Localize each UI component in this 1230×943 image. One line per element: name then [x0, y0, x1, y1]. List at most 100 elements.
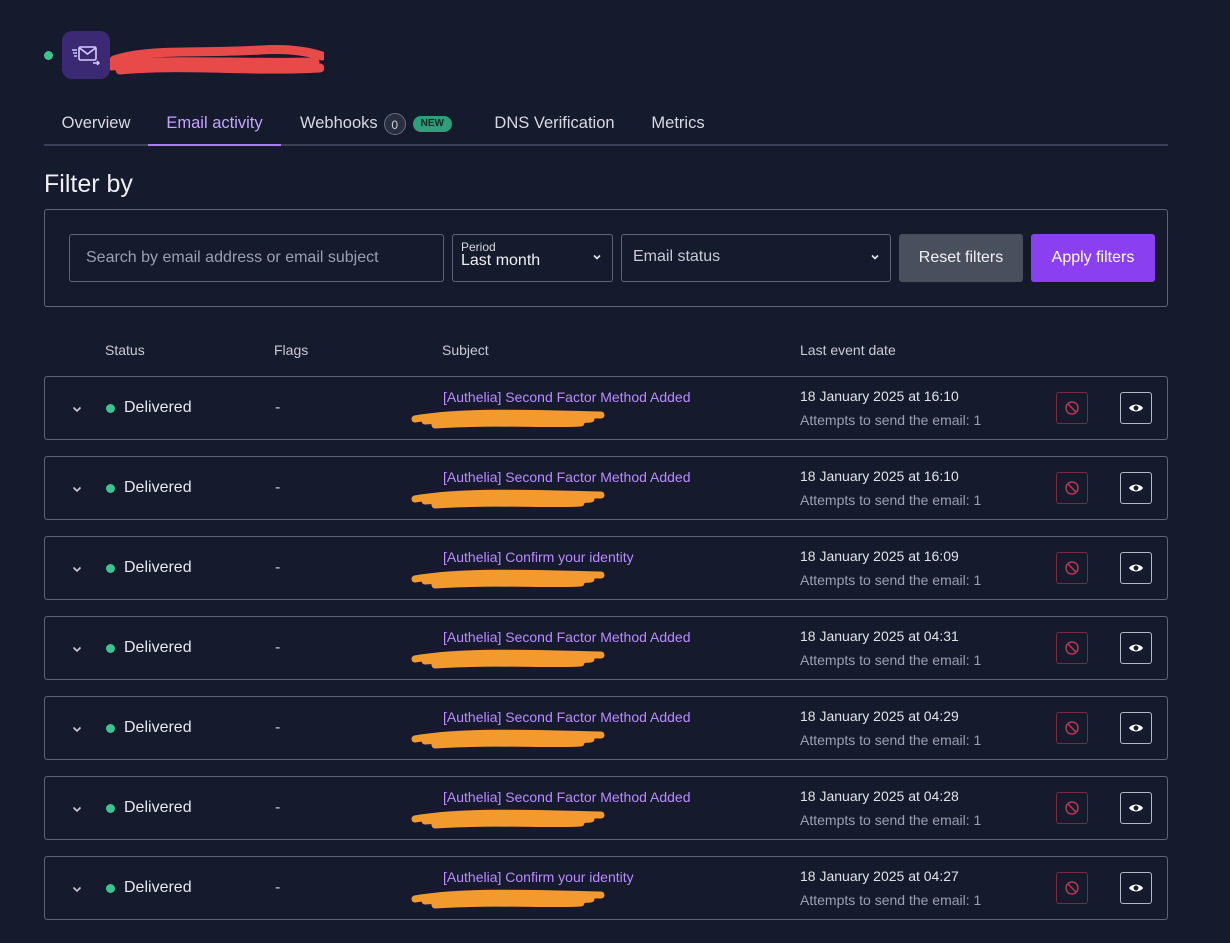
- table-row: Delivered - [Authelia] Confirm your iden…: [44, 856, 1168, 920]
- filter-title: Filter by: [44, 170, 133, 198]
- eye-icon: [1129, 564, 1143, 572]
- block-icon: [1065, 881, 1079, 895]
- send-attempts: Attempts to send the email: 1: [800, 492, 982, 508]
- tab-label: Metrics: [651, 114, 705, 132]
- tab-overview[interactable]: Overview: [44, 104, 148, 144]
- view-email-button[interactable]: [1120, 552, 1152, 584]
- chevron-down-icon[interactable]: [71, 403, 83, 415]
- status-text: Delivered: [124, 879, 192, 896]
- column-flags: Flags: [274, 342, 309, 358]
- tab-email-activity[interactable]: Email activity: [148, 104, 281, 146]
- last-event-date: 18 January 2025 at 04:29: [800, 708, 959, 724]
- delivered-status-dot: [106, 804, 115, 813]
- email-status-select[interactable]: Email status: [621, 234, 891, 282]
- block-icon: [1065, 561, 1079, 575]
- chevron-down-icon: [593, 254, 601, 260]
- block-button[interactable]: [1056, 552, 1088, 584]
- status-text: Delivered: [124, 399, 192, 416]
- delivered-status-dot: [106, 884, 115, 893]
- subject-link[interactable]: [Authelia] Confirm your identity: [443, 549, 634, 565]
- redacted-domain-name: [110, 45, 324, 75]
- flags-value: -: [275, 799, 281, 816]
- subject-link[interactable]: [Authelia] Second Factor Method Added: [443, 389, 691, 405]
- status-text: Delivered: [124, 799, 192, 816]
- eye-icon: [1129, 644, 1143, 652]
- tab-label: Webhooks: [299, 114, 378, 132]
- chevron-down-icon[interactable]: [71, 723, 83, 735]
- chevron-down-icon[interactable]: [71, 563, 83, 575]
- delivered-status-dot: [106, 644, 115, 653]
- block-button[interactable]: [1056, 712, 1088, 744]
- column-status: Status: [105, 342, 145, 358]
- status-text: Delivered: [124, 479, 192, 496]
- delivered-status-dot: [106, 404, 115, 413]
- new-badge: NEW: [412, 115, 452, 132]
- domain-header: [44, 30, 344, 80]
- status-dot: [44, 51, 53, 60]
- view-email-button[interactable]: [1120, 792, 1152, 824]
- delivered-status-dot: [106, 564, 115, 573]
- subject-link[interactable]: [Authelia] Second Factor Method Added: [443, 709, 691, 725]
- view-email-button[interactable]: [1120, 872, 1152, 904]
- table-row: Delivered - [Authelia] Second Factor Met…: [44, 776, 1168, 840]
- view-email-button[interactable]: [1120, 712, 1152, 744]
- table-row: Delivered - [Authelia] Second Factor Met…: [44, 376, 1168, 440]
- last-event-date: 18 January 2025 at 16:09: [800, 548, 959, 564]
- chevron-down-icon[interactable]: [71, 803, 83, 815]
- tab-label: Overview: [61, 114, 131, 132]
- apply-filters-button[interactable]: Apply filters: [1031, 234, 1155, 282]
- period-value: Last month: [461, 252, 541, 269]
- redacted-recipient: [411, 729, 605, 749]
- email-forward-icon: [62, 31, 110, 79]
- block-icon: [1065, 641, 1079, 655]
- flags-value: -: [275, 559, 281, 576]
- block-button[interactable]: [1056, 632, 1088, 664]
- subject-link[interactable]: [Authelia] Confirm your identity: [443, 869, 634, 885]
- block-icon: [1065, 801, 1079, 815]
- email-status-placeholder: Email status: [633, 248, 721, 265]
- redacted-recipient: [411, 489, 605, 509]
- tab-metrics[interactable]: Metrics: [633, 104, 723, 144]
- reset-filters-button[interactable]: Reset filters: [899, 234, 1023, 282]
- send-attempts: Attempts to send the email: 1: [800, 892, 982, 908]
- subject-link[interactable]: [Authelia] Second Factor Method Added: [443, 469, 691, 485]
- flags-value: -: [275, 399, 281, 416]
- search-input[interactable]: [69, 234, 444, 282]
- period-select[interactable]: Period Last month: [452, 234, 613, 282]
- send-attempts: Attempts to send the email: 1: [800, 652, 982, 668]
- flags-value: -: [275, 879, 281, 896]
- view-email-button[interactable]: [1120, 392, 1152, 424]
- view-email-button[interactable]: [1120, 632, 1152, 664]
- column-subject: Subject: [442, 342, 489, 358]
- table-row: Delivered - [Authelia] Second Factor Met…: [44, 456, 1168, 520]
- view-email-button[interactable]: [1120, 472, 1152, 504]
- subject-link[interactable]: [Authelia] Second Factor Method Added: [443, 629, 691, 645]
- chevron-down-icon: [871, 254, 879, 260]
- redacted-recipient: [411, 409, 605, 429]
- tab-webhooks[interactable]: Webhooks 0 NEW: [281, 104, 471, 144]
- block-button[interactable]: [1056, 792, 1088, 824]
- block-button[interactable]: [1056, 392, 1088, 424]
- delivered-status-dot: [106, 484, 115, 493]
- table-row: Delivered - [Authelia] Confirm your iden…: [44, 536, 1168, 600]
- last-event-date: 18 January 2025 at 04:27: [800, 868, 959, 884]
- flags-value: -: [275, 639, 281, 656]
- redacted-recipient: [411, 889, 605, 909]
- send-attempts: Attempts to send the email: 1: [800, 812, 982, 828]
- chevron-down-icon[interactable]: [71, 643, 83, 655]
- eye-icon: [1129, 724, 1143, 732]
- column-last-event-date: Last event date: [800, 342, 896, 358]
- last-event-date: 18 January 2025 at 16:10: [800, 388, 959, 404]
- redacted-recipient: [411, 569, 605, 589]
- block-icon: [1065, 481, 1079, 495]
- chevron-down-icon[interactable]: [71, 483, 83, 495]
- last-event-date: 18 January 2025 at 16:10: [800, 468, 959, 484]
- eye-icon: [1129, 404, 1143, 412]
- send-attempts: Attempts to send the email: 1: [800, 412, 982, 428]
- block-button[interactable]: [1056, 872, 1088, 904]
- subject-link[interactable]: [Authelia] Second Factor Method Added: [443, 789, 691, 805]
- chevron-down-icon[interactable]: [71, 883, 83, 895]
- flags-value: -: [275, 479, 281, 496]
- tab-dns-verification[interactable]: DNS Verification: [476, 104, 633, 144]
- block-button[interactable]: [1056, 472, 1088, 504]
